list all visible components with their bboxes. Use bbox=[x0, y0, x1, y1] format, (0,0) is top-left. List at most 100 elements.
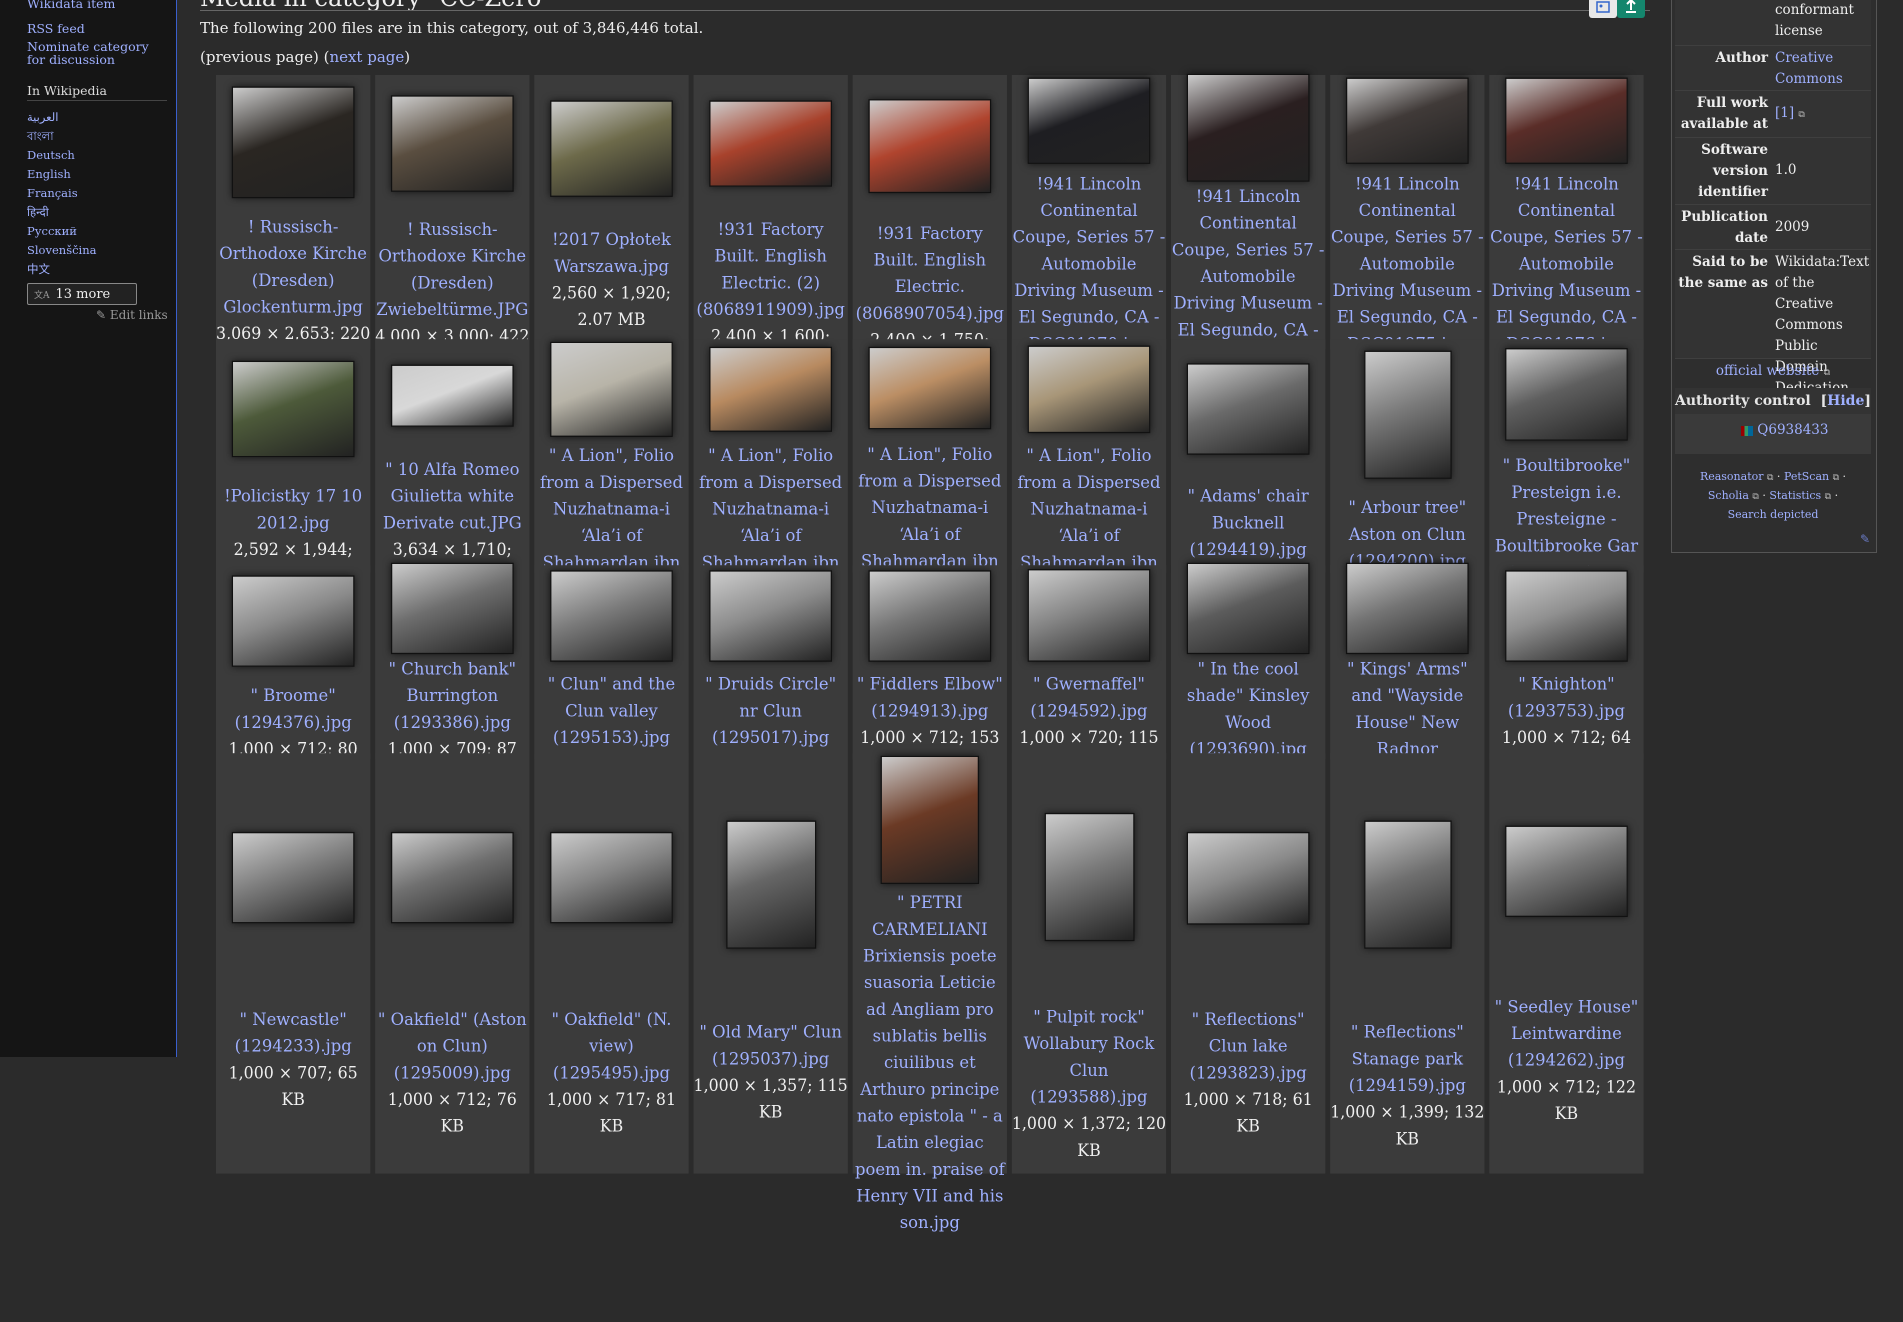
file-name-link[interactable]: " PETRI CARMELIANI Brixiensis poete suas… bbox=[853, 891, 1007, 1238]
search-depicted-link[interactable]: Search depicted bbox=[1728, 508, 1819, 521]
file-name-link[interactable]: " In the cool shade" Kinsley Wood (12936… bbox=[1171, 657, 1325, 764]
gallery-item[interactable]: " Druids Circle" nr Clun (1295017).jpg1,… bbox=[693, 565, 848, 801]
file-name-link[interactable]: ! Russisch-Orthodoxe Kirche (Dresden) Gl… bbox=[216, 215, 370, 322]
file-name-link[interactable]: " Newcastle" (1294233).jpg bbox=[216, 1008, 370, 1061]
thumbnail-image[interactable] bbox=[868, 98, 992, 193]
gallery-item[interactable]: ! Russisch-Orthodoxe Kirche (Dresden) Gl… bbox=[216, 75, 371, 371]
file-name-link[interactable]: " Broome" (1294376).jpg bbox=[216, 683, 370, 736]
thumbnail-image[interactable] bbox=[709, 100, 833, 187]
gallery-item[interactable]: " Broome" (1294376).jpg1,000 × 712; 80 K… bbox=[216, 565, 371, 786]
file-name-link[interactable]: " Druids Circle" nr Clun (1295017).jpg bbox=[693, 672, 847, 752]
file-name-link[interactable]: " Seedley House" Leintwardine (1294262).… bbox=[1489, 995, 1643, 1075]
file-name-link[interactable]: !2017 Opłotek Warszawa.jpg bbox=[534, 227, 688, 280]
thumbnail-image[interactable] bbox=[1505, 347, 1628, 441]
gallery-item[interactable]: " Reflections" Stanage park (1294159).jp… bbox=[1330, 753, 1485, 1174]
file-name-link[interactable]: !941 Lincoln Continental Coupe, Series 5… bbox=[1012, 172, 1166, 359]
gallery-item[interactable]: !941 Lincoln Continental Coupe, Series 5… bbox=[1330, 75, 1485, 408]
gallery-item[interactable]: " In the cool shade" Kinsley Wood (12936… bbox=[1170, 562, 1326, 813]
sidebar-item-wikidata[interactable]: Wikidata item bbox=[27, 0, 115, 11]
gallery-item[interactable]: !941 Lincoln Continental Coupe, Series 5… bbox=[1170, 73, 1326, 420]
gallery-item[interactable]: " A Lion", Folio from a Dispersed Nuzhat… bbox=[534, 339, 689, 680]
file-name-link[interactable]: !Policistky 17 10 2012.jpg bbox=[216, 484, 370, 537]
language-link[interactable]: العربية bbox=[27, 110, 58, 124]
gallery-item[interactable]: " Adams' chair Bucknell (1294419).jpg1,0… bbox=[1170, 339, 1326, 614]
thumbnail-image[interactable] bbox=[390, 562, 514, 655]
thumbnail-image[interactable] bbox=[1044, 812, 1134, 942]
thumbnail-image[interactable] bbox=[1505, 826, 1628, 918]
gallery-item[interactable]: !941 Lincoln Continental Coupe, Series 5… bbox=[1011, 75, 1167, 408]
author-link[interactable]: Creative Commons bbox=[1775, 50, 1843, 87]
hide-toggle[interactable]: Hide bbox=[1827, 393, 1864, 409]
file-name-link[interactable]: " Pulpit rock" Wollabury Rock Clun (1293… bbox=[1012, 1005, 1166, 1112]
thumbnail-image[interactable] bbox=[880, 755, 980, 884]
file-name-link[interactable]: " Church bank" Burrington (1293386).jpg bbox=[375, 657, 529, 737]
gallery-view-button[interactable] bbox=[1589, 0, 1617, 18]
thumbnail-image[interactable] bbox=[709, 346, 833, 432]
gallery-item[interactable]: " Knighton" (1293753).jpg 1,000 × 712; 64… bbox=[1489, 565, 1644, 775]
thumbnail-image[interactable] bbox=[231, 575, 355, 668]
gallery-item[interactable]: " Fiddlers Elbow" (1294913).jpg 1,000 × 7… bbox=[852, 565, 1007, 775]
language-link[interactable]: 中文 bbox=[27, 262, 50, 276]
gallery-item[interactable]: ! Russisch-Orthodoxe Kirche (Dresden) Zw… bbox=[375, 75, 530, 373]
language-link[interactable]: English bbox=[27, 167, 71, 181]
official-website-link[interactable]: official website bbox=[1716, 363, 1819, 379]
gallery-item[interactable]: " Church bank" Burrington (1293386).jpg 1… bbox=[375, 562, 530, 786]
thumbnail-image[interactable] bbox=[1186, 73, 1310, 182]
thumbnail-image[interactable] bbox=[550, 570, 673, 662]
thumbnail-image[interactable] bbox=[1027, 77, 1151, 164]
file-name-link[interactable]: " Gwernaffel" (1294592).jpg bbox=[1012, 672, 1166, 725]
edit-pencil-icon[interactable]: ✎ bbox=[1860, 532, 1870, 546]
gallery-item[interactable]: " A Lion", Folio from a Dispersed Nuzhat… bbox=[1011, 339, 1167, 680]
file-name-link[interactable]: !941 Lincoln Continental Coupe, Series 5… bbox=[1489, 172, 1643, 359]
gallery-item[interactable]: " A Lion", Folio from a Dispersed Nuzhat… bbox=[693, 339, 848, 680]
thumbnail-image[interactable] bbox=[390, 364, 514, 428]
file-name-link[interactable]: !941 Lincoln Continental Coupe, Series 5… bbox=[1330, 172, 1484, 359]
thumbnail-image[interactable] bbox=[550, 341, 673, 437]
thumbnail-image[interactable] bbox=[390, 95, 514, 192]
file-name-link[interactable]: " 10 Alfa Romeo Giulietta white Derivate… bbox=[375, 458, 529, 538]
thumbnail-image[interactable] bbox=[231, 832, 355, 924]
gallery-item[interactable]: !941 Lincoln Continental Coupe, Series 5… bbox=[1489, 75, 1644, 408]
thumbnail-image[interactable] bbox=[1505, 77, 1628, 164]
thumbnail-image[interactable] bbox=[1027, 569, 1151, 663]
thumbnail-image[interactable] bbox=[231, 86, 355, 199]
gallery-item[interactable]: " Oakfield" (N. view) (1295495).jpg 1,000… bbox=[534, 753, 689, 1174]
more-languages-button[interactable]: 文A 13 more bbox=[27, 283, 137, 305]
gallery-item[interactable]: " A Lion", Folio from a Dispersed Nuzhat… bbox=[852, 339, 1007, 679]
language-link[interactable]: Français bbox=[27, 186, 78, 200]
gallery-item[interactable]: " Gwernaffel" (1294592).jpg 1,000 × 720; … bbox=[1011, 565, 1167, 775]
gallery-item[interactable]: " Seedley House" Leintwardine (1294262).… bbox=[1489, 753, 1644, 1174]
thumbnail-image[interactable] bbox=[1363, 350, 1452, 480]
file-name-link[interactable]: " Fiddlers Elbow" (1294913).jpg bbox=[853, 672, 1007, 725]
thumbnail-image[interactable] bbox=[1345, 77, 1469, 164]
thumbnail-image[interactable] bbox=[725, 820, 816, 949]
file-name-link[interactable]: " Old Mary" Clun (1295037).jpg bbox=[693, 1020, 847, 1073]
thumbnail-image[interactable] bbox=[390, 832, 514, 924]
wikidata-qid-link[interactable]: Q6938433 bbox=[1757, 422, 1828, 438]
scholia-link[interactable]: Scholia bbox=[1708, 489, 1749, 502]
thumbnail-image[interactable] bbox=[1186, 562, 1310, 655]
thumbnail-image[interactable] bbox=[868, 570, 992, 662]
thumbnail-image[interactable] bbox=[1027, 345, 1151, 433]
file-name-link[interactable]: " Oakfield" (Aston on Clun) (1295009).jp… bbox=[375, 1008, 529, 1088]
thumbnail-image[interactable] bbox=[550, 100, 673, 197]
gallery-item[interactable]: !931 Factory Built. English Electric. (2… bbox=[693, 75, 848, 373]
language-link[interactable]: हिन्दी bbox=[27, 205, 49, 219]
thumbnail-image[interactable] bbox=[1186, 363, 1310, 456]
gallery-item[interactable]: " Old Mary" Clun (1295037).jpg 1,000 × 1,… bbox=[693, 753, 848, 1174]
thumbnail-image[interactable] bbox=[1345, 562, 1469, 655]
file-name-link[interactable]: " Clun" and the Clun valley (1295153).jp… bbox=[534, 672, 688, 752]
gallery-item[interactable]: " Kings' Arms" and "Wayside House" New R… bbox=[1330, 562, 1485, 839]
gallery-item[interactable]: " Arbour tree" Aston on Clun (1294200).j… bbox=[1330, 339, 1485, 625]
gallery-item[interactable]: " Newcastle" (1294233).jpg 1,000 × 707; 6… bbox=[216, 753, 371, 1174]
thumbnail-image[interactable] bbox=[1363, 820, 1452, 949]
sidebar-item-rss[interactable]: RSS feed bbox=[27, 21, 85, 36]
language-link[interactable]: Deutsch bbox=[27, 148, 75, 162]
language-link[interactable]: বাংলা bbox=[27, 129, 54, 143]
gallery-item[interactable]: !Policistky 17 10 2012.jpg 2,592 × 1,944;… bbox=[216, 339, 371, 587]
sidebar-item-nominate[interactable]: Nominate category for discussion bbox=[27, 39, 149, 67]
gallery-item[interactable]: " Reflections" Clun lake (1293823).jpg 1,… bbox=[1170, 753, 1326, 1174]
reasonator-link[interactable]: Reasonator bbox=[1700, 470, 1764, 483]
full-work-link[interactable]: [1] bbox=[1775, 105, 1794, 121]
language-link[interactable]: Русский bbox=[27, 224, 77, 238]
